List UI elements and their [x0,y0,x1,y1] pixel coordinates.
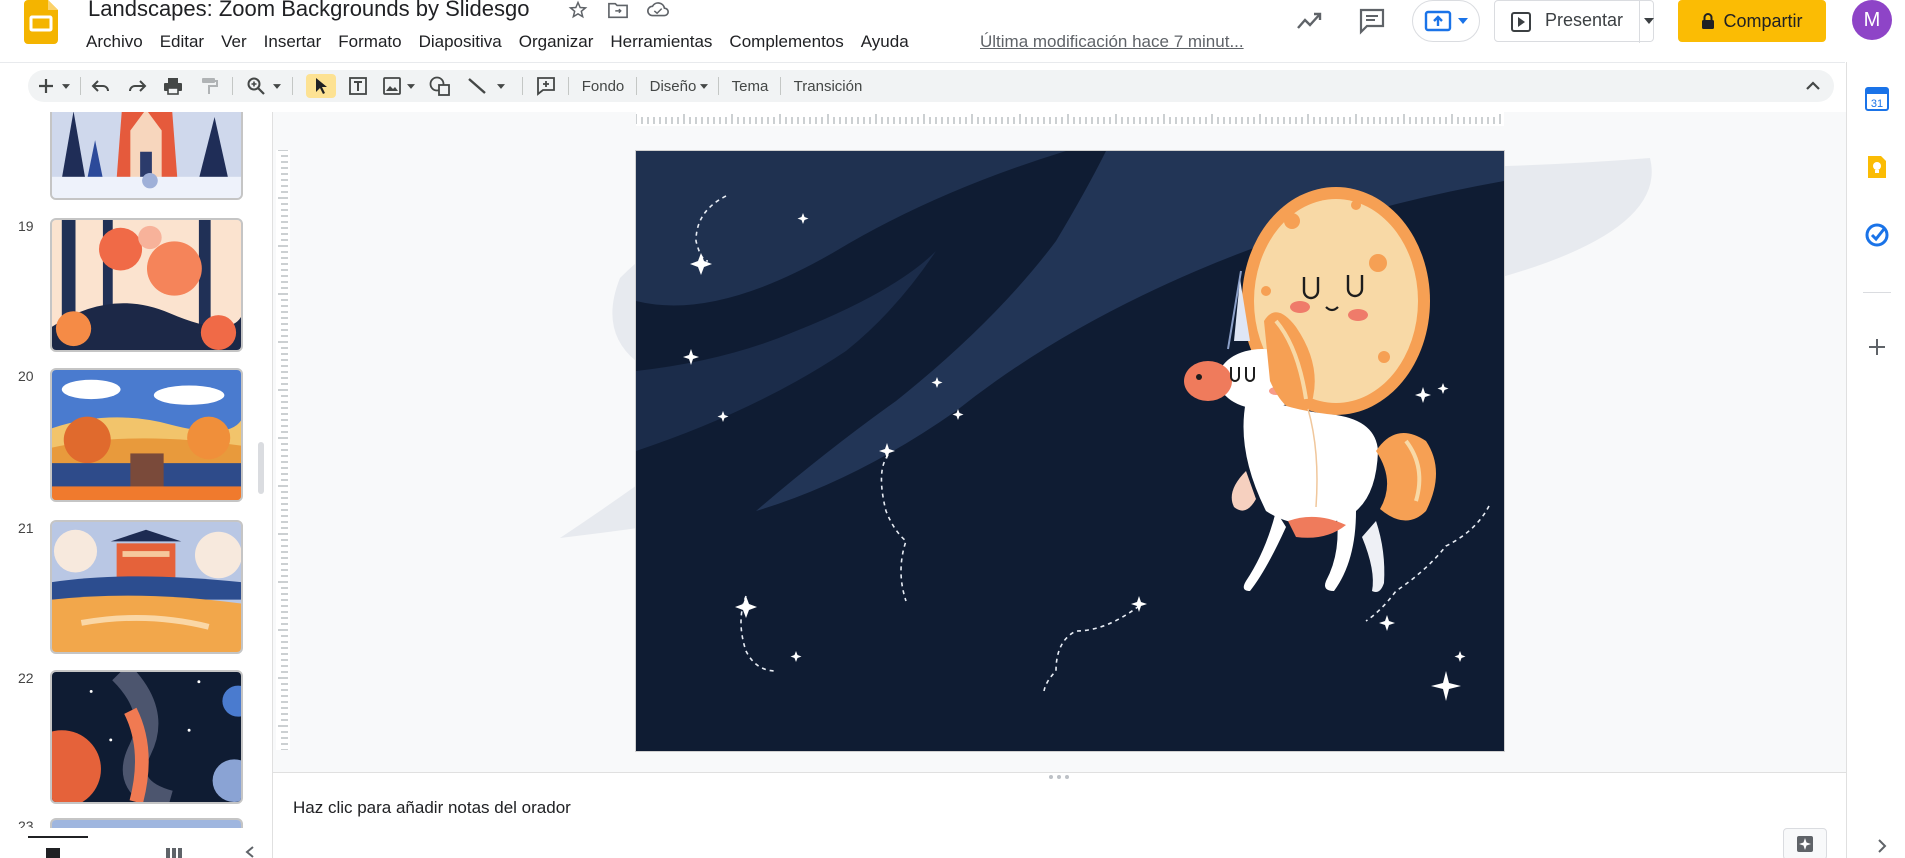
filmstrip-view-icon[interactable] [164,846,184,858]
text-box-icon [349,77,367,95]
menu-organizar[interactable]: Organizar [519,30,603,54]
play-slideshow-icon [1511,12,1531,32]
explore-button[interactable] [1783,828,1827,858]
filmstrip-footer [0,828,272,858]
theme-button[interactable]: Tema [726,74,774,98]
chevron-left-icon[interactable] [244,846,256,858]
side-panel: 31 [1846,62,1905,858]
calendar-icon[interactable]: 31 [1864,86,1890,112]
add-comment-icon [537,77,555,96]
shape-icon [429,76,450,96]
chevron-down-icon [407,83,415,89]
star-icon[interactable] [566,0,590,20]
slide-thumbnail[interactable] [50,112,243,200]
collapse-toolbar-button[interactable] [1800,74,1826,98]
present-options-dropdown[interactable] [1636,0,1662,42]
line-icon [468,78,486,94]
chevron-down-icon [1644,18,1654,24]
share-button[interactable]: Compartir [1678,0,1826,42]
keep-notes-icon[interactable] [1864,154,1890,180]
cursor-arrow-icon [316,78,327,94]
chevron-down-icon [62,83,70,89]
background-button[interactable]: Fondo [576,74,630,98]
slide-thumbnail[interactable] [50,520,243,654]
image-icon [383,77,401,95]
menu-complementos[interactable]: Complementos [729,30,852,54]
layout-label: Diseño [649,77,697,95]
shape-button[interactable] [426,74,454,98]
undo-icon [91,80,109,92]
last-edit-link[interactable]: Última modificación hace 7 minut... [980,32,1244,52]
user-avatar[interactable]: M [1852,0,1892,40]
slides-logo-icon[interactable] [24,0,60,44]
document-title[interactable]: Landscapes: Zoom Backgrounds by Slidesgo [88,0,529,22]
slide-filmstrip: 19 20 21 22 23 [0,112,272,858]
present-label: Presentar [1545,10,1624,30]
select-tool-button[interactable] [306,74,336,98]
transition-button[interactable]: Transición [788,74,868,98]
chevron-down-icon [273,83,281,89]
vertical-ruler[interactable] [276,150,290,750]
present-screen-icon [1424,10,1452,32]
title-icons [566,0,670,20]
meet-present-button[interactable] [1412,0,1480,42]
redo-icon [129,80,147,92]
menu-editar[interactable]: Editar [160,30,213,54]
editing-toolbar: Fondo Diseño Tema Transición [28,70,1834,102]
menu-bar: Archivo Editar Ver Insertar Formato Diap… [86,30,926,54]
present-button[interactable]: Presentar [1494,0,1654,43]
filmstrip-scrollbar[interactable] [258,442,264,494]
grid-view-icon[interactable] [44,846,62,858]
chevron-up-icon [1806,81,1820,90]
tasks-icon[interactable] [1864,222,1890,248]
chevron-down-icon [700,83,709,89]
new-slide-button[interactable] [32,74,76,98]
notes-resize-handle[interactable] [273,772,1846,784]
speaker-notes-placeholder[interactable]: Haz clic para añadir notas del orador [293,798,571,818]
menu-ayuda[interactable]: Ayuda [861,30,918,54]
speaker-notes-panel[interactable]: Haz clic para añadir notas del orador [273,784,1846,858]
share-label: Compartir [1723,10,1803,31]
horizontal-ruler[interactable] [636,112,1504,126]
print-icon [164,78,182,95]
zoom-icon [247,77,265,95]
chevron-down-icon [1458,18,1468,24]
menu-herramientas[interactable]: Herramientas [610,30,721,54]
slide-thumbnail[interactable] [50,670,243,804]
explore-sparkle-icon [1797,836,1813,852]
insert-image-button[interactable] [380,74,418,98]
line-button[interactable] [462,74,510,98]
slide-thumbnail[interactable] [50,218,243,352]
menu-insertar[interactable]: Insertar [264,30,331,54]
chevron-down-icon [497,83,505,89]
comments-icon[interactable] [1357,6,1387,36]
current-slide-canvas[interactable] [636,151,1504,751]
print-button[interactable] [160,74,186,98]
slide-thumbnail[interactable] [50,368,243,502]
plus-icon [39,79,53,93]
paint-format-icon [202,78,218,94]
plus-icon[interactable] [1864,334,1890,360]
text-box-button[interactable] [344,74,372,98]
cloud-saved-icon[interactable] [646,0,670,20]
menu-diapositiva[interactable]: Diapositiva [419,30,511,54]
app-header: Landscapes: Zoom Backgrounds by Slidesgo… [0,0,1905,62]
zoom-button[interactable] [242,74,286,98]
svg-text:31: 31 [1871,98,1883,110]
menu-archivo[interactable]: Archivo [86,30,152,54]
undo-button[interactable] [88,74,114,98]
slide-artwork [636,151,1504,751]
menu-ver[interactable]: Ver [221,30,256,54]
lock-icon [1702,13,1715,29]
add-comment-button[interactable] [532,74,560,98]
chevron-right-icon[interactable] [1874,838,1890,854]
redo-button[interactable] [124,74,150,98]
paint-format-button[interactable] [196,74,222,98]
layout-button[interactable]: Diseño [646,74,712,98]
menu-formato[interactable]: Formato [338,30,410,54]
activity-trend-icon[interactable] [1294,6,1324,36]
move-folder-icon[interactable] [606,0,630,20]
